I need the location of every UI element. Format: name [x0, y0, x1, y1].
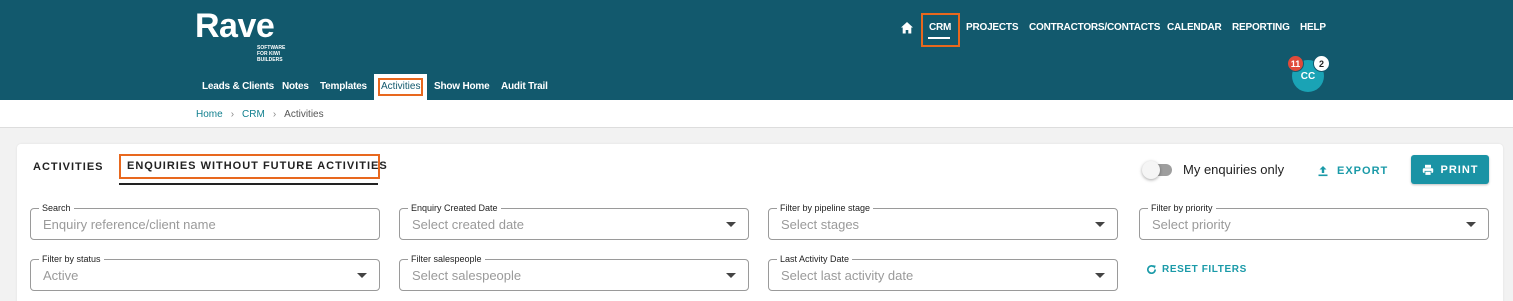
- topnav-reporting[interactable]: REPORTING: [1232, 22, 1290, 33]
- subnav-templates[interactable]: Templates: [320, 81, 367, 92]
- topnav-contractors-contacts[interactable]: CONTRACTORS/CONTACTS: [1029, 22, 1160, 33]
- topnav-active-underline: [928, 37, 950, 39]
- subnav-show-home[interactable]: Show Home: [434, 81, 490, 92]
- logo-wordmark: Rave: [195, 7, 275, 45]
- breadcrumb: Home › CRM › Activities: [196, 109, 324, 120]
- dropdown-arrow-icon[interactable]: [1466, 222, 1476, 227]
- my-enquiries-label: My enquiries only: [1183, 162, 1285, 177]
- breadcrumb-crm[interactable]: CRM: [242, 109, 265, 120]
- reset-filters-button[interactable]: RESET FILTERS: [1146, 264, 1247, 275]
- search-input[interactable]: Search Enquiry reference/client name: [30, 202, 380, 240]
- salespeople-label: Filter salespeople: [408, 253, 485, 265]
- search-label: Search: [39, 202, 74, 214]
- breadcrumb-home[interactable]: Home: [196, 109, 223, 120]
- dropdown-arrow-icon[interactable]: [726, 222, 736, 227]
- export-button[interactable]: EXPORT: [1317, 160, 1388, 182]
- pipeline-stage-placeholder: Select stages: [781, 217, 860, 232]
- tab-activities[interactable]: ACTIVITIES: [33, 161, 104, 173]
- dropdown-arrow-icon[interactable]: [1095, 273, 1105, 278]
- dropdown-arrow-icon[interactable]: [726, 273, 736, 278]
- status-label: Filter by status: [39, 253, 104, 265]
- pipeline-stage-label: Filter by pipeline stage: [777, 202, 874, 214]
- reset-filters-label: RESET FILTERS: [1162, 264, 1247, 275]
- created-date-placeholder: Select created date: [412, 217, 525, 232]
- tab-active-underline: [119, 183, 378, 185]
- last-activity-date-select[interactable]: Last Activity Date Select last activity …: [768, 253, 1118, 291]
- topnav-projects[interactable]: PROJECTS: [966, 22, 1019, 33]
- home-icon[interactable]: [900, 21, 914, 35]
- subnav-activities[interactable]: Activities: [381, 81, 420, 92]
- created-date-select[interactable]: Enquiry Created Date Select created date: [399, 202, 749, 240]
- status-value: Active: [43, 268, 79, 283]
- last-activity-label: Last Activity Date: [777, 253, 853, 265]
- priority-label: Filter by priority: [1148, 202, 1216, 214]
- logo-tagline: SOFTWARE FOR KIWI BUILDERS: [257, 45, 286, 63]
- subnav-notes[interactable]: Notes: [282, 81, 309, 92]
- priority-placeholder: Select priority: [1152, 217, 1231, 232]
- topnav-crm[interactable]: CRM: [929, 22, 951, 33]
- search-placeholder: Enquiry reference/client name: [43, 217, 216, 232]
- breadcrumb-separator: ›: [272, 109, 277, 120]
- subnav-leads-clients[interactable]: Leads & Clients: [202, 81, 274, 92]
- priority-select[interactable]: Filter by priority Select priority: [1139, 202, 1489, 240]
- export-label: EXPORT: [1337, 165, 1389, 177]
- tab-enquiries-without-future-activities[interactable]: ENQUIRIES WITHOUT FUTURE ACTIVITIES: [127, 160, 388, 172]
- app-header: Rave SOFTWARE FOR KIWI BUILDERS CRM PROJ…: [0, 0, 1513, 100]
- salespeople-placeholder: Select salespeople: [412, 268, 522, 283]
- subnav-audit-trail[interactable]: Audit Trail: [501, 81, 548, 92]
- upload-icon: [1318, 166, 1328, 177]
- rave-logo[interactable]: Rave SOFTWARE FOR KIWI BUILDERS: [195, 7, 285, 63]
- dropdown-arrow-icon[interactable]: [1095, 222, 1105, 227]
- topnav-help[interactable]: HELP: [1300, 22, 1326, 33]
- print-button[interactable]: PRINT: [1411, 155, 1489, 184]
- topnav-calendar[interactable]: CALENDAR: [1167, 22, 1222, 33]
- refresh-icon: [1147, 265, 1156, 275]
- breadcrumb-separator: ›: [230, 109, 235, 120]
- printer-icon: [1422, 164, 1433, 176]
- dropdown-arrow-icon[interactable]: [357, 273, 367, 278]
- enquiries-card: ACTIVITIES ENQUIRIES WITHOUT FUTURE ACTI…: [17, 144, 1503, 301]
- notification-badge[interactable]: 11: [1287, 55, 1304, 72]
- created-date-label: Enquiry Created Date: [408, 202, 501, 214]
- status-select[interactable]: Filter by status Active: [30, 253, 380, 291]
- breadcrumb-bar: Home › CRM › Activities: [0, 100, 1513, 128]
- last-activity-placeholder: Select last activity date: [781, 268, 914, 283]
- message-badge[interactable]: 2: [1313, 55, 1330, 72]
- breadcrumb-current: Activities: [284, 109, 324, 120]
- print-label: PRINT: [1440, 163, 1479, 176]
- pipeline-stage-select[interactable]: Filter by pipeline stage Select stages: [768, 202, 1118, 240]
- salespeople-select[interactable]: Filter salespeople Select salespeople: [399, 253, 749, 291]
- toggle-knob[interactable]: [1142, 161, 1160, 179]
